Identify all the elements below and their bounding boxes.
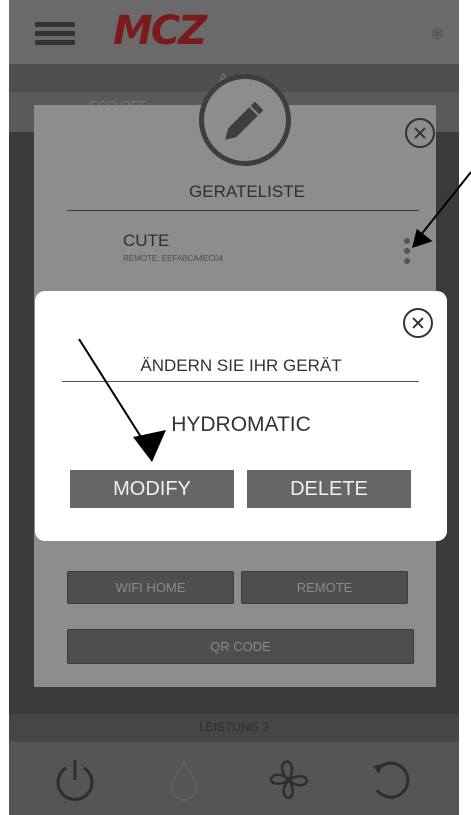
device-name[interactable]: CUTE xyxy=(123,231,169,251)
modify-button[interactable]: MODIFY xyxy=(70,470,234,508)
more-options-icon[interactable] xyxy=(404,238,412,268)
refresh-icon[interactable] xyxy=(365,756,413,804)
hamburger-menu-icon[interactable] xyxy=(35,22,75,45)
list-title-divider xyxy=(67,210,419,211)
snowflake-icon[interactable]: ❄ xyxy=(430,24,445,45)
dialog-title: ÄNDERN SIE IHR GERÄT xyxy=(140,356,342,375)
fan-icon[interactable] xyxy=(265,756,313,804)
power-level-label: LEISTUNG 3 xyxy=(198,720,270,734)
device-subtitle: REMOTE: EEFABCA4EC04 xyxy=(123,254,224,263)
dialog-device-name: HYDROMATIC xyxy=(171,413,311,436)
drop-icon[interactable] xyxy=(160,756,208,804)
remote-button[interactable]: REMOTE xyxy=(241,571,408,604)
close-list-icon[interactable] xyxy=(405,118,435,148)
close-dialog-icon[interactable] xyxy=(403,308,433,338)
power-icon[interactable] xyxy=(51,756,99,804)
dialog-title-divider xyxy=(62,381,419,382)
device-list-title: GERATELISTE xyxy=(189,182,305,201)
pencil-icon[interactable] xyxy=(199,74,291,166)
delete-button[interactable]: DELETE xyxy=(247,470,411,508)
wifi-home-button[interactable]: WIFI HOME xyxy=(67,571,234,604)
brand-logo: MCZ xyxy=(113,8,207,54)
app-header: MCZ ❄ xyxy=(9,0,459,64)
qr-code-button[interactable]: QR CODE xyxy=(67,629,414,664)
